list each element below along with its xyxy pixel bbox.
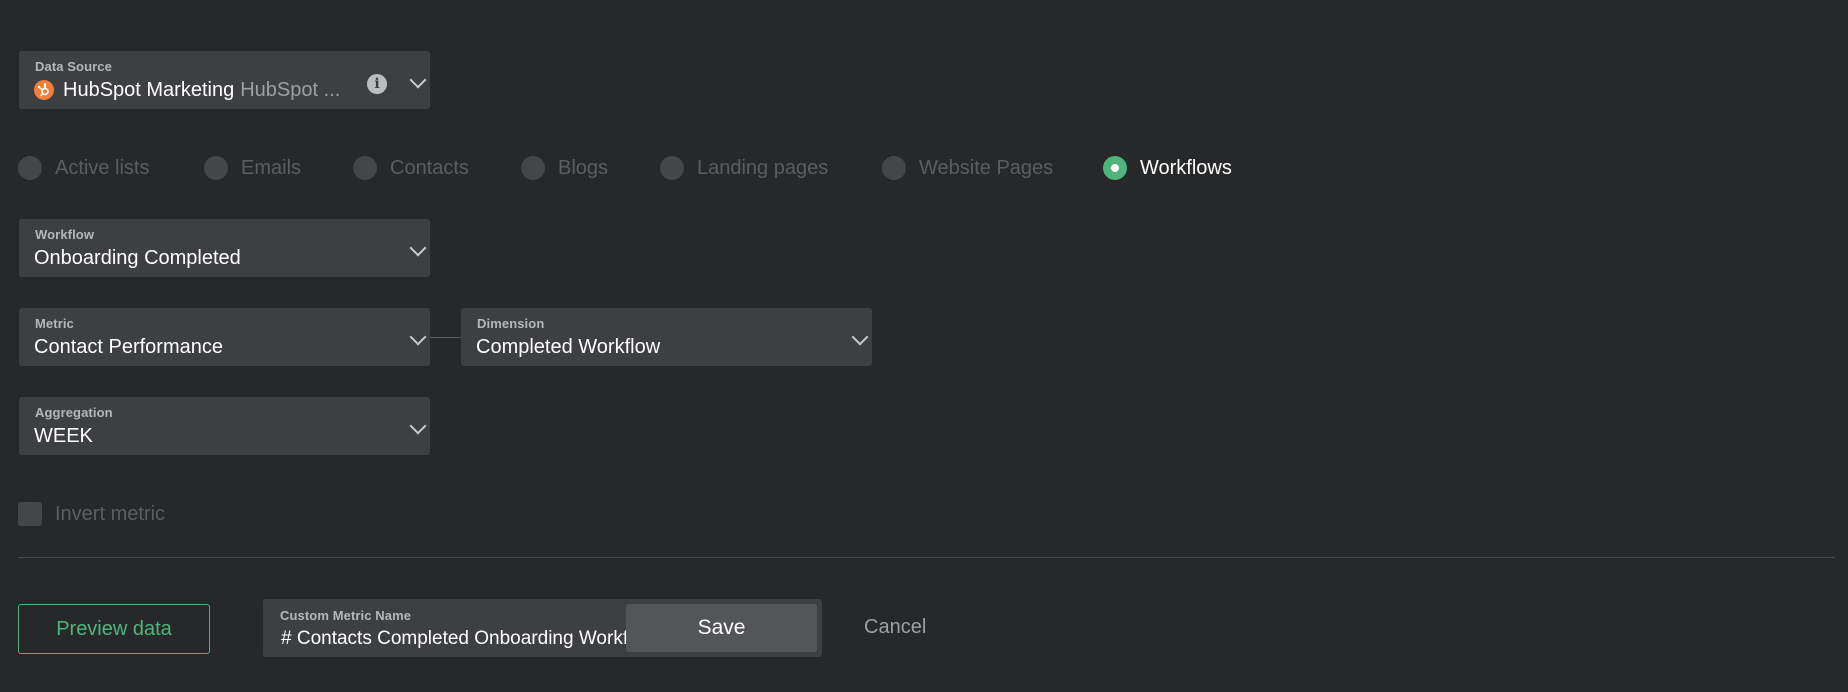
chevron-down-icon <box>409 71 427 89</box>
chevron-down-icon <box>409 417 427 435</box>
aggregation-select[interactable]: Aggregation WEEK <box>19 397 430 455</box>
custom-metric-name-input[interactable]: # Contacts Completed Onboarding Workflow <box>281 628 633 650</box>
dimension-value: Completed Workflow <box>476 336 661 358</box>
radio-dot <box>18 156 42 180</box>
custom-metric-name-field: Custom Metric Name # Contacts Completed … <box>263 599 822 657</box>
info-icon[interactable]: i <box>367 74 387 94</box>
hubspot-logo-icon <box>34 80 54 100</box>
radio-workflows[interactable]: Workflows <box>1103 155 1232 181</box>
radio-dot <box>204 156 228 180</box>
radio-contacts[interactable]: Contacts <box>353 155 469 181</box>
radio-blogs[interactable]: Blogs <box>521 155 608 181</box>
radio-label: Active lists <box>55 156 150 179</box>
checkbox-box[interactable] <box>18 502 42 526</box>
workflow-select[interactable]: Workflow Onboarding Completed <box>19 219 430 277</box>
radio-label: Landing pages <box>697 156 829 179</box>
radio-website-pages[interactable]: Website Pages <box>882 155 1053 181</box>
radio-landing-pages[interactable]: Landing pages <box>660 155 828 181</box>
metric-value: Contact Performance <box>34 336 223 358</box>
metric-select[interactable]: Metric Contact Performance <box>19 308 430 366</box>
radio-label: Website Pages <box>919 156 1054 179</box>
radio-dot <box>660 156 684 180</box>
dimension-select[interactable]: Dimension Completed Workflow <box>461 308 872 366</box>
preview-data-button[interactable]: Preview data <box>18 604 210 654</box>
radio-dot <box>521 156 545 180</box>
custom-metric-name-label: Custom Metric Name <box>280 608 412 623</box>
chevron-down-icon <box>409 239 427 257</box>
chevron-down-icon <box>409 328 427 346</box>
radio-label: Blogs <box>558 156 609 179</box>
radio-dot-selected <box>1103 156 1127 180</box>
invert-metric-label: Invert metric <box>55 502 166 525</box>
metric-dimension-connector <box>430 337 461 338</box>
aggregation-label: Aggregation <box>35 405 113 420</box>
dimension-label: Dimension <box>477 316 545 331</box>
data-source-select[interactable]: Data Source HubSpot Marketing HubSpot ...… <box>19 51 430 109</box>
invert-metric-checkbox[interactable]: Invert metric <box>18 502 165 526</box>
radio-dot <box>353 156 377 180</box>
workflow-value: Onboarding Completed <box>34 247 241 269</box>
radio-label: Contacts <box>390 156 469 179</box>
radio-label: Emails <box>241 156 302 179</box>
save-button[interactable]: Save <box>626 604 817 652</box>
workflow-label: Workflow <box>35 227 95 242</box>
aggregation-value: WEEK <box>34 425 93 447</box>
metric-label: Metric <box>35 316 74 331</box>
chevron-down-icon <box>851 328 869 346</box>
divider <box>18 557 1835 558</box>
radio-emails[interactable]: Emails <box>204 155 301 181</box>
data-source-name: HubSpot Marketing <box>63 79 235 101</box>
radio-active-lists[interactable]: Active lists <box>18 155 149 181</box>
data-source-value: HubSpot Marketing HubSpot ... <box>63 79 340 102</box>
radio-dot <box>882 156 906 180</box>
data-source-account: HubSpot ... <box>240 79 341 101</box>
radio-label: Workflows <box>1140 156 1232 179</box>
data-source-label: Data Source <box>35 59 112 74</box>
cancel-button[interactable]: Cancel <box>864 612 926 642</box>
